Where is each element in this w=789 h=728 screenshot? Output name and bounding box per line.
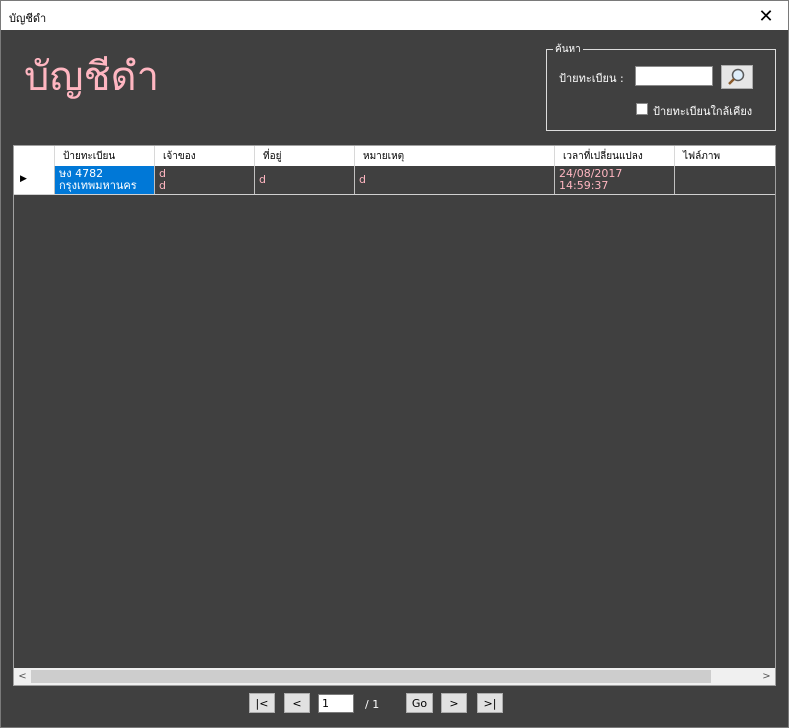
window-title: บัญชีดำ [9, 12, 47, 25]
column-header-image[interactable]: ไฟล์ภาพ [675, 146, 775, 166]
cell-changed[interactable]: 24/08/2017 14:59:37 [555, 166, 675, 194]
scroll-right-icon[interactable]: > [758, 668, 775, 685]
go-button[interactable]: Go [406, 693, 433, 713]
owner-line-1: d [159, 167, 166, 180]
cell-plate[interactable]: ษง 4782 กรุงเทพมหานคร [55, 166, 155, 194]
magnifier-icon [728, 68, 745, 85]
title-bar: บัญชีดำ ✕ [0, 0, 789, 30]
scrollbar-thumb[interactable] [31, 670, 711, 683]
search-button[interactable] [721, 65, 753, 89]
cell-address[interactable]: d [255, 166, 355, 194]
cell-owner[interactable]: d d [155, 166, 255, 194]
first-page-button[interactable]: |< [249, 693, 275, 713]
search-group: ค้นหา ป้ายทะเบียน : ป้ายทะเบียนใกล้เคียง [546, 42, 776, 131]
page-total: / 1 [365, 698, 380, 711]
plate-search-input[interactable] [635, 66, 713, 86]
plate-label: ป้ายทะเบียน : [559, 72, 624, 85]
nearby-label: ป้ายทะเบียนใกล้เคียง [653, 105, 753, 118]
cell-note[interactable]: d [355, 166, 555, 194]
page-number-input[interactable]: 1 [318, 694, 354, 713]
close-icon[interactable]: ✕ [744, 1, 788, 31]
changed-time: 14:59:37 [559, 179, 609, 192]
column-header-changed[interactable]: เวลาที่เปลี่ยนแปลง [555, 146, 675, 166]
column-header-note[interactable]: หมายเหตุ [355, 146, 555, 166]
table-header: ป้ายทะเบียน เจ้าของ ที่อยู่ หมายเหตุ เวล… [14, 146, 775, 166]
owner-line-2: d [159, 179, 166, 192]
scroll-left-icon[interactable]: < [14, 668, 31, 685]
horizontal-scrollbar[interactable]: < > [14, 668, 775, 685]
last-page-button[interactable]: >| [477, 693, 503, 713]
plate-province: กรุงเทพมหานคร [59, 179, 137, 192]
table-row[interactable]: ▶ ษง 4782 กรุงเทพมหานคร d d d d 24/08/20… [14, 166, 775, 195]
nearby-checkbox[interactable] [636, 103, 648, 115]
column-header-owner[interactable]: เจ้าของ [155, 146, 255, 166]
prev-page-button[interactable]: < [284, 693, 310, 713]
page-title: บัญชีดำ [24, 54, 160, 100]
blacklist-table[interactable]: ป้ายทะเบียน เจ้าของ ที่อยู่ หมายเหตุ เวล… [13, 145, 776, 686]
row-header[interactable]: ▶ [14, 166, 55, 194]
search-group-label: ค้นหา [553, 42, 583, 57]
cell-image[interactable] [675, 166, 775, 194]
column-header-address[interactable]: ที่อยู่ [255, 146, 355, 166]
row-indicator-icon: ▶ [20, 174, 27, 184]
column-header-plate[interactable]: ป้ายทะเบียน [55, 146, 155, 166]
next-page-button[interactable]: > [441, 693, 467, 713]
header-corner [14, 146, 55, 166]
